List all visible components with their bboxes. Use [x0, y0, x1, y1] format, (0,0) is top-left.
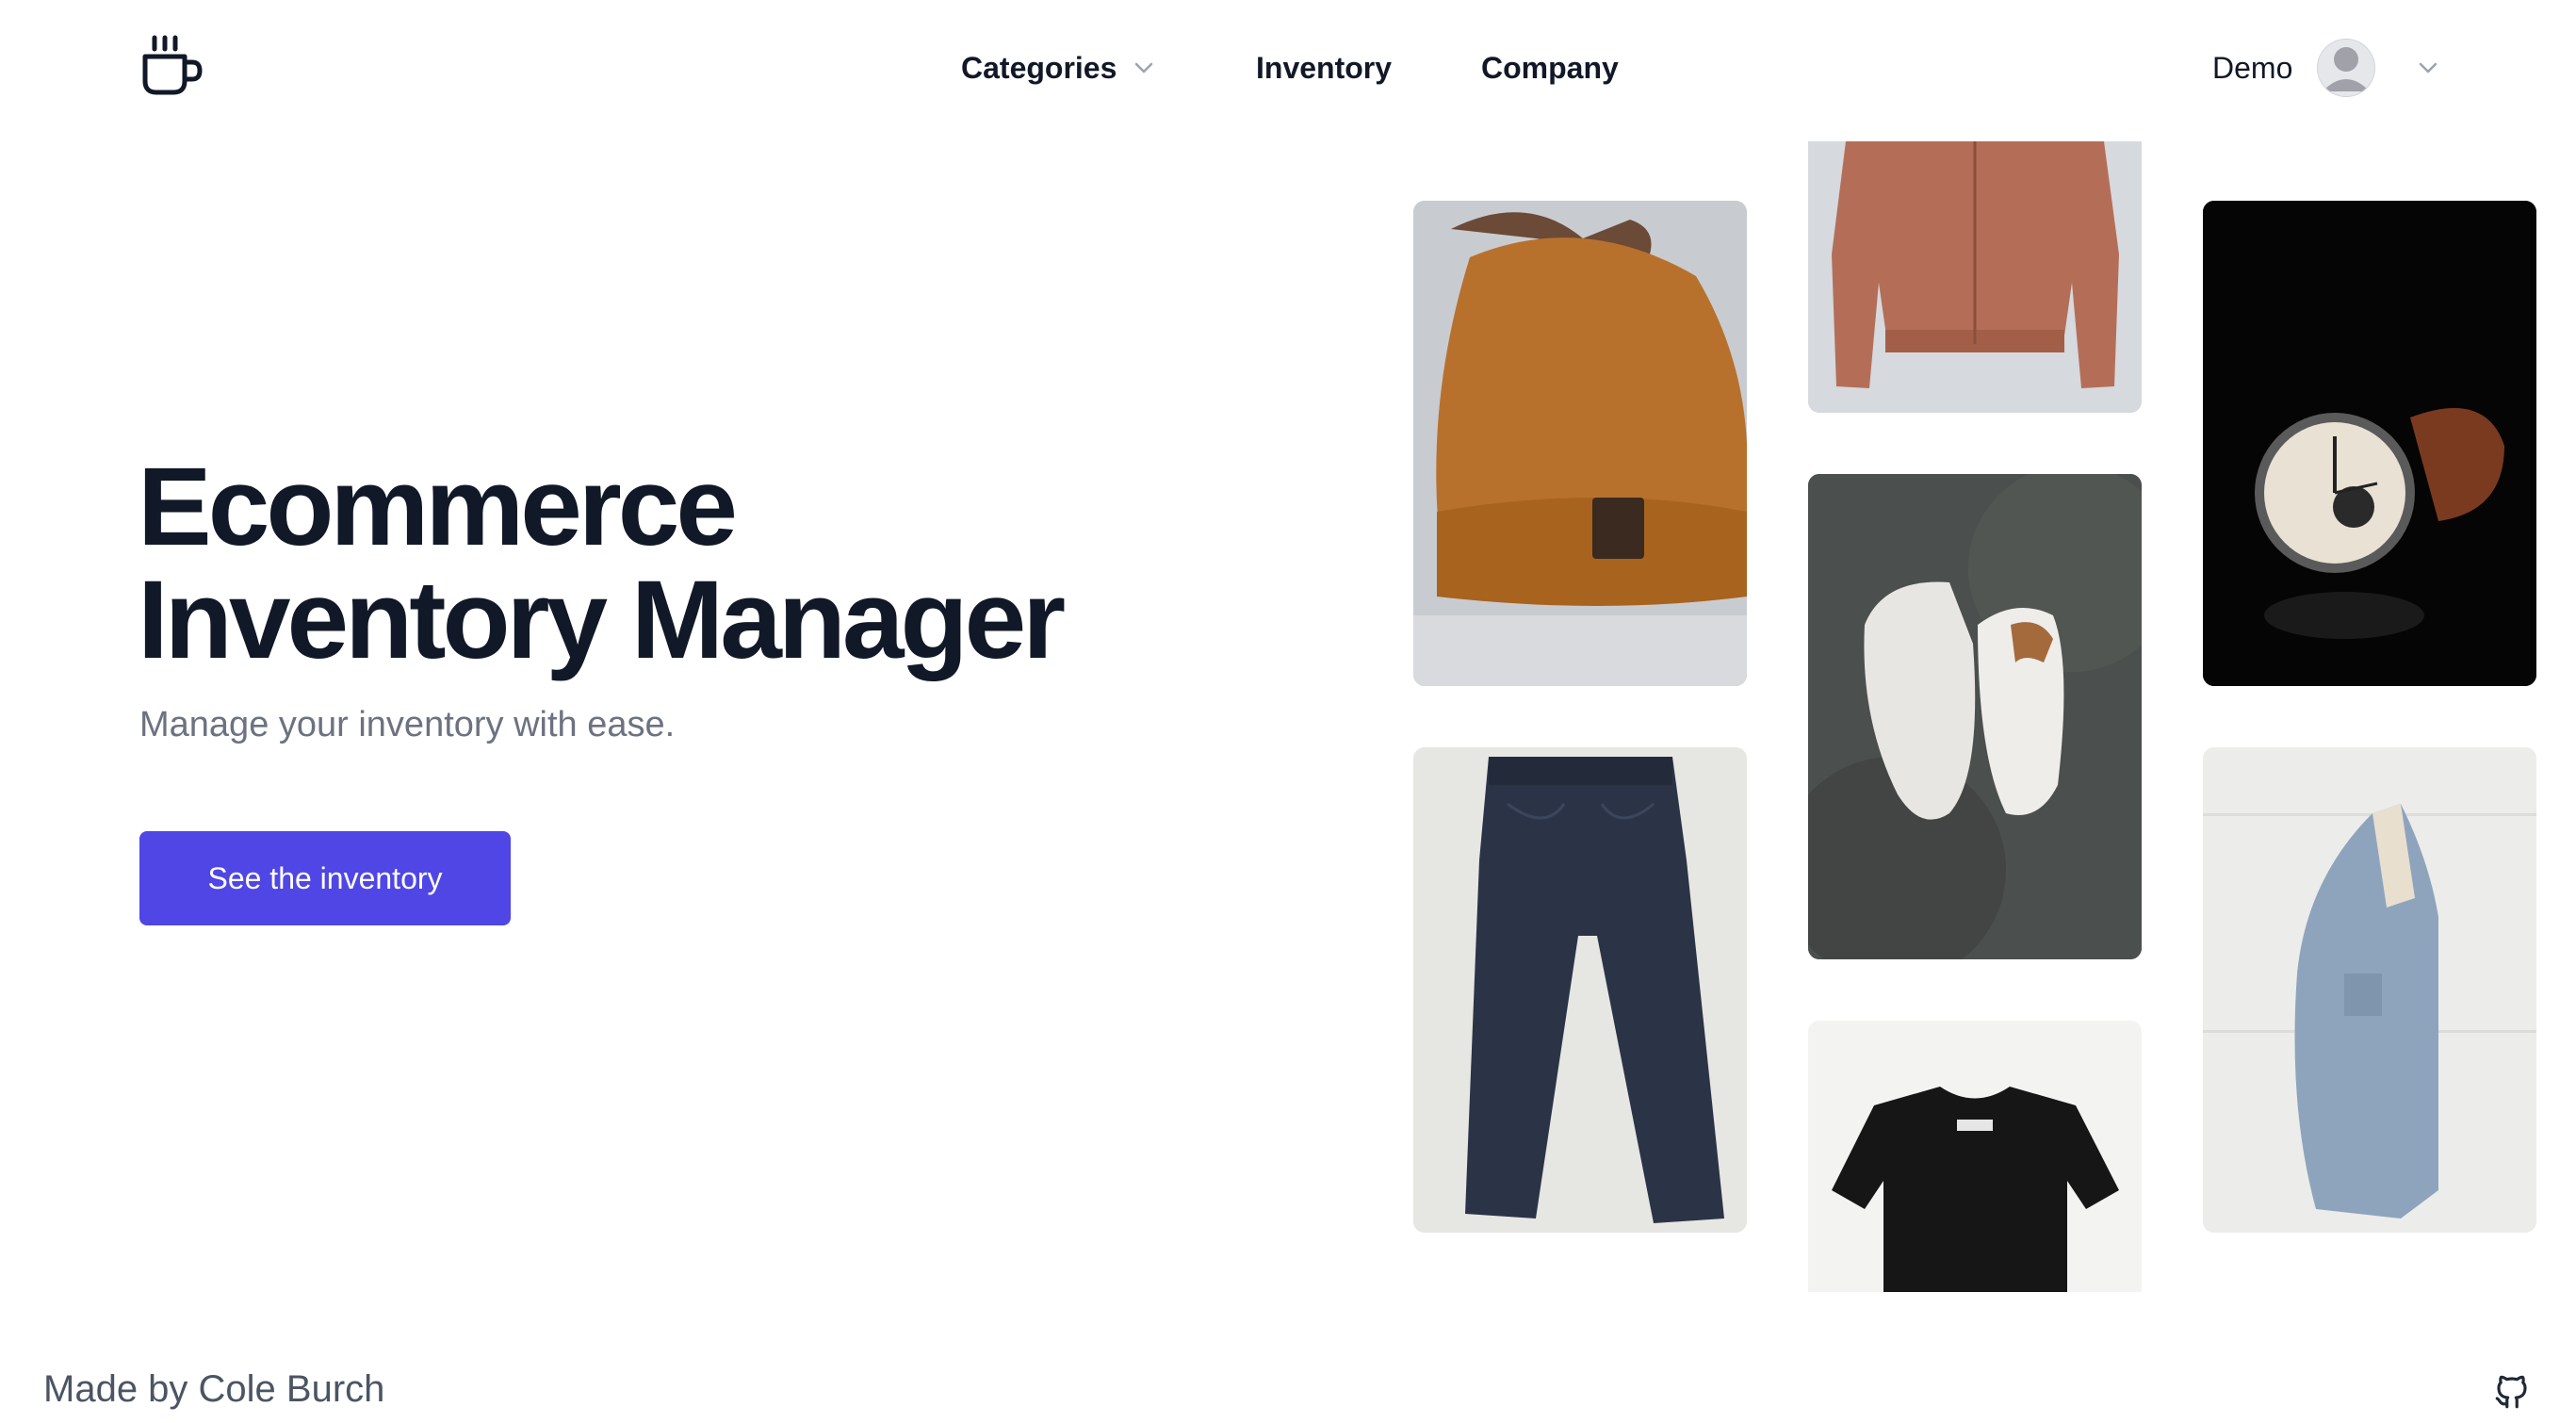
page-subtitle: Manage your inventory with ease. — [139, 705, 676, 744]
t-shirt-image — [1808, 1021, 2142, 1292]
user-menu[interactable]: Demo — [2212, 36, 2441, 100]
coffee-mug-icon[interactable] — [139, 34, 204, 98]
sneakers-image — [1808, 474, 2142, 959]
footer-credit: Made by Cole Burch — [43, 1368, 385, 1410]
nav-categories-label: Categories — [961, 51, 1117, 85]
nav-categories[interactable]: Categories — [961, 45, 1156, 90]
nav-company[interactable]: Company — [1481, 45, 1619, 90]
user-name: Demo — [2212, 51, 2293, 85]
page-title-line2: Inventory Manager — [138, 558, 1066, 682]
page-title: Ecommerce Inventory Manager — [138, 445, 1066, 682]
user-avatar-icon — [2317, 39, 2376, 97]
bomber-jacket-image — [1808, 141, 2142, 413]
nav-inventory[interactable]: Inventory — [1256, 45, 1392, 90]
watch-image — [2203, 201, 2536, 686]
github-icon[interactable] — [2492, 1372, 2532, 1412]
page-title-line1: Ecommerce — [138, 445, 738, 569]
page: Categories Inventory Company Demo Ecomme… — [0, 0, 2576, 1423]
beanie-image — [1413, 201, 1747, 686]
chevron-down-icon — [2420, 62, 2437, 74]
denim-jacket-image — [2203, 747, 2536, 1233]
jeans-image — [1413, 747, 1747, 1233]
see-inventory-button[interactable]: See the inventory — [139, 831, 511, 925]
chevron-down-icon — [1135, 62, 1153, 74]
